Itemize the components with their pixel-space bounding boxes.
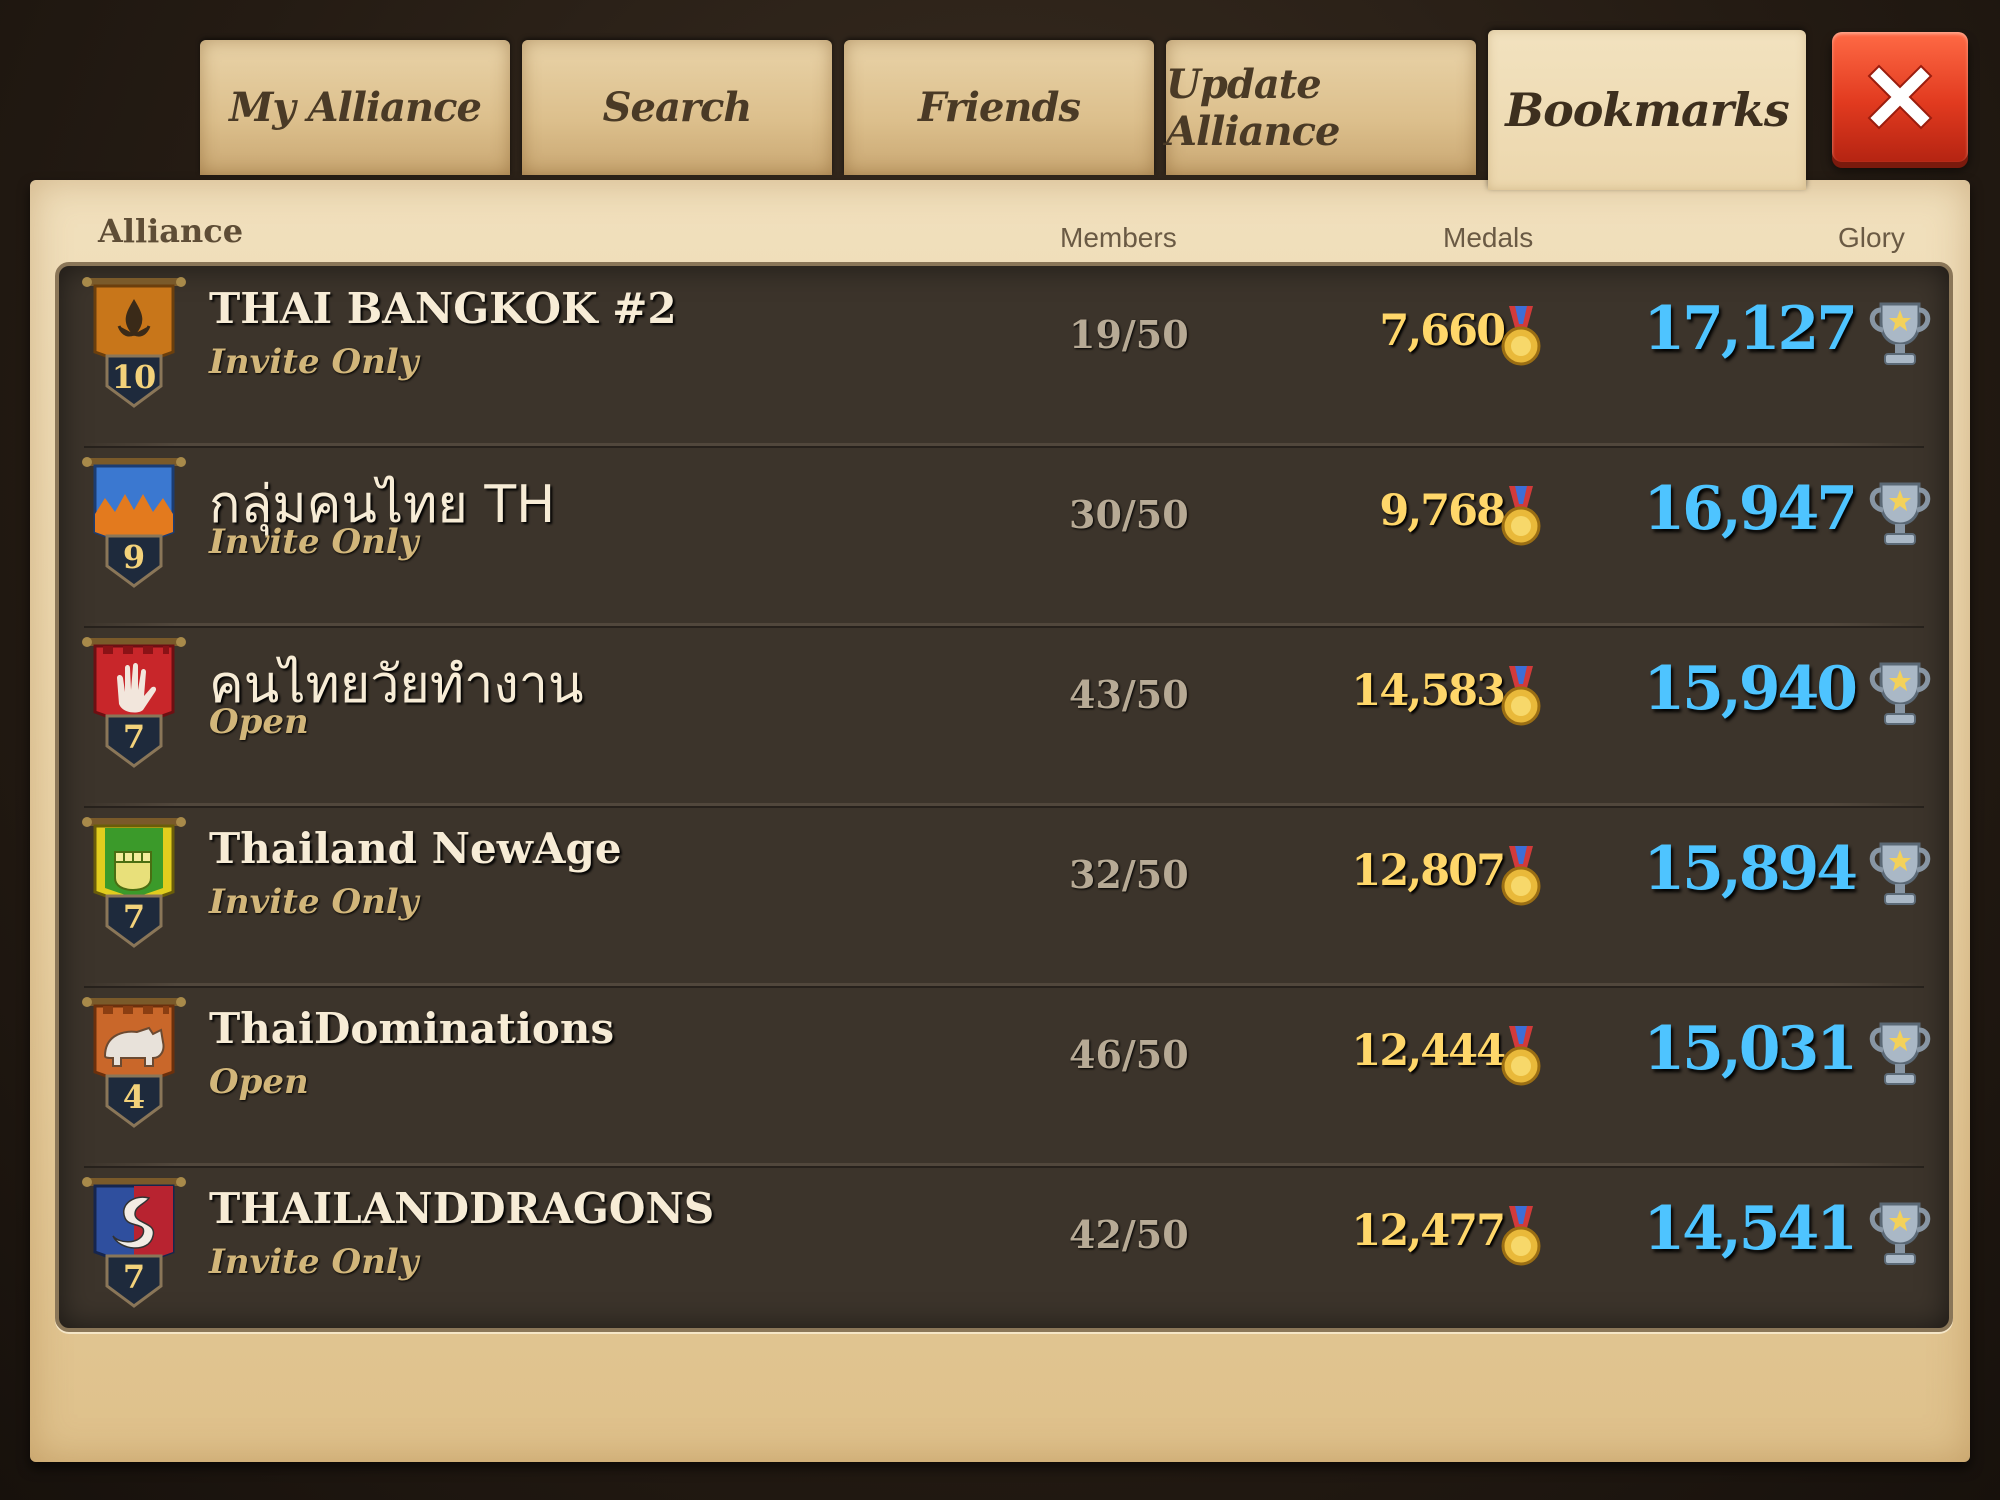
tab-bookmarks[interactable]: Bookmarks (1488, 30, 1806, 190)
tab-label: My Alliance (229, 84, 482, 131)
alliance-row[interactable]: 10 THAI BANGKOK #2 Invite Only 19/50 7,6… (59, 266, 1949, 446)
trophy-icon (1869, 1022, 1931, 1085)
tab-search[interactable]: Search (522, 40, 832, 175)
column-header-members: Members (1060, 222, 1177, 253)
alliance-name: ThaiDominations (209, 1004, 615, 1053)
glory-value: 15,894 (1643, 834, 1858, 904)
glory-value: 15,940 (1643, 654, 1858, 724)
hand-banner-icon: 7 (82, 637, 186, 768)
medal-icon (1501, 1026, 1541, 1086)
close-button[interactable] (1832, 32, 1968, 162)
alliance-status: Invite Only (209, 1242, 419, 1282)
alliance-name: THAILANDDRAGONS (209, 1184, 715, 1233)
members-count: 46/50 (1069, 1032, 1189, 1077)
medal-icon (1501, 306, 1541, 366)
medal-icon (1501, 846, 1541, 906)
alliance-row[interactable]: 7 THAILANDDRAGONS Invite Only 42/50 12,4… (59, 1166, 1949, 1328)
alliance-status: Invite Only (209, 882, 419, 922)
tab-label: Search (602, 84, 753, 131)
rhino-banner-icon: 4 (82, 997, 186, 1128)
glory-value: 14,541 (1643, 1194, 1858, 1264)
medals-value: 12,444 (1351, 1026, 1506, 1076)
members-count: 19/50 (1069, 312, 1189, 357)
medal-icon (1501, 666, 1541, 726)
medals-value: 12,807 (1351, 846, 1506, 896)
tab-label: Update Alliance (1166, 60, 1340, 155)
alliance-row[interactable]: 4 ThaiDominations Open 46/50 12,444 15,0… (59, 986, 1949, 1166)
dragon-banner-icon: 7 (82, 1177, 186, 1308)
column-header-medals: Medals (1443, 222, 1534, 253)
tab-update-alliance[interactable]: Update Alliance (1166, 40, 1476, 175)
members-count: 43/50 (1069, 672, 1189, 717)
medal-icon (1501, 486, 1541, 546)
medals-value: 14,583 (1351, 666, 1506, 716)
emblem-level: 9 (123, 538, 145, 576)
emblem-level: 7 (123, 718, 145, 756)
flame-banner-icon: 9 (82, 457, 186, 588)
glory-value: 17,127 (1643, 294, 1858, 364)
members-count: 42/50 (1069, 1212, 1189, 1257)
medal-icon (1501, 1206, 1541, 1266)
emblem-level: 7 (123, 898, 145, 936)
glory-value: 15,031 (1643, 1014, 1858, 1084)
alliance-status: Open (209, 702, 309, 742)
alliance-status: Invite Only (209, 522, 419, 562)
alliance-status: Invite Only (209, 342, 419, 382)
emblem-level: 4 (123, 1078, 145, 1116)
members-count: 30/50 (1069, 492, 1189, 537)
alliance-list[interactable]: 10 THAI BANGKOK #2 Invite Only 19/50 7,6… (55, 262, 1953, 1332)
alliance-row[interactable]: 7 คนไทยวัยทำงาน Open 43/50 14,583 15,940 (59, 626, 1949, 806)
column-header-alliance: Alliance (98, 212, 244, 250)
alliance-row[interactable]: 9 กลุ่มคนไทย TH Invite Only 30/50 9,768 … (59, 446, 1949, 626)
fist-banner-icon: 7 (82, 817, 186, 948)
alliance-row[interactable]: 7 Thailand NewAge Invite Only 32/50 12,8… (59, 806, 1949, 986)
alliance-status: Open (209, 1062, 309, 1102)
trophy-icon (1869, 662, 1931, 725)
tab-label: Friends (918, 84, 1081, 131)
tab-friends[interactable]: Friends (844, 40, 1154, 175)
medals-value: 7,660 (1379, 306, 1506, 356)
tab-label: Bookmarks (1505, 83, 1790, 137)
trophy-icon (1869, 1202, 1931, 1265)
members-count: 32/50 (1069, 852, 1189, 897)
glory-value: 16,947 (1643, 474, 1858, 544)
emblem-level: 10 (112, 358, 157, 396)
alliance-name: THAI BANGKOK #2 (209, 284, 677, 333)
column-header-glory: Glory (1838, 222, 1905, 253)
trophy-icon (1869, 302, 1931, 365)
close-x-icon (1867, 64, 1933, 130)
fleur-de-lis-banner-icon: 10 (82, 277, 186, 408)
medals-value: 9,768 (1379, 486, 1506, 536)
alliance-name: Thailand NewAge (209, 824, 622, 873)
trophy-icon (1869, 842, 1931, 905)
tab-my-alliance[interactable]: My Alliance (200, 40, 510, 175)
medals-value: 12,477 (1351, 1206, 1506, 1256)
trophy-icon (1869, 482, 1931, 545)
emblem-level: 7 (123, 1258, 145, 1296)
